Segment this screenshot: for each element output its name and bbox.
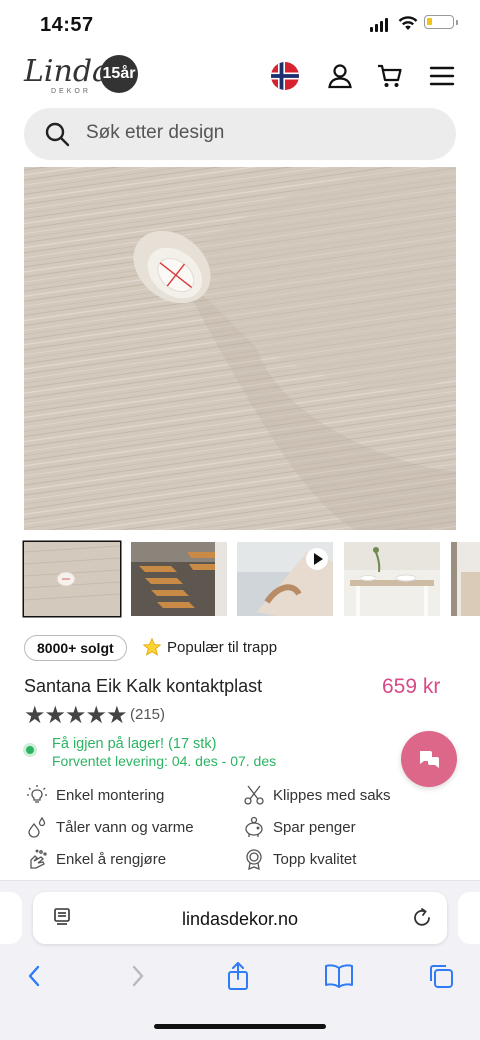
status-time: 14:57 — [40, 14, 94, 36]
cellular-signal-icon — [370, 18, 388, 32]
product-price: 659 kr — [382, 675, 441, 698]
scissors-icon — [244, 785, 264, 805]
chat-bubbles-icon — [420, 751, 439, 768]
delivery-estimate: Forventet levering: 04. des - 07. des — [52, 753, 277, 769]
forward-icon[interactable] — [120, 960, 156, 992]
feature-item: Enkel å rengjøre — [26, 848, 166, 870]
rating-stars[interactable]: ★★★★★ — [24, 701, 128, 730]
menu-icon[interactable] — [426, 60, 458, 92]
review-count[interactable]: (215) — [130, 706, 165, 723]
feature-item: Tåler vann og varme — [26, 816, 194, 838]
stock-status-dot — [26, 746, 34, 754]
bulb-icon — [27, 785, 47, 803]
search-input[interactable]: Søk etter design — [86, 122, 224, 144]
feature-label: Enkel å rengjøre — [56, 850, 167, 868]
feature-label: Klippes med saks — [273, 786, 391, 804]
feature-item: Spar penger — [243, 816, 356, 838]
popular-label: Populær til trapp — [142, 637, 277, 657]
search-icon — [44, 121, 71, 153]
popular-text: Populær til trapp — [167, 638, 278, 656]
cart-icon[interactable] — [374, 60, 406, 92]
feature-item: Enkel montering — [26, 784, 164, 806]
thumbnail-2[interactable] — [131, 542, 227, 616]
sold-badge: 8000+ solgt — [24, 635, 127, 661]
account-icon[interactable] — [324, 60, 356, 92]
star-icon — [142, 637, 162, 656]
home-indicator — [154, 1024, 326, 1029]
clean-hand-icon — [30, 849, 47, 869]
feature-label: Topp kvalitet — [273, 850, 357, 868]
previous-tab-peek[interactable] — [0, 892, 22, 944]
product-title: Santana Eik Kalk kontaktplast — [24, 676, 263, 696]
norway-flag-icon[interactable] — [269, 60, 301, 92]
bookmarks-icon[interactable] — [321, 960, 357, 992]
battery-icon — [424, 15, 458, 29]
thumbnail-5[interactable] — [451, 542, 480, 616]
thumbnail-4[interactable] — [344, 542, 440, 616]
next-tab-peek[interactable] — [458, 892, 480, 944]
feature-label: Enkel montering — [56, 786, 165, 804]
piggy-bank-icon — [245, 816, 263, 837]
medal-icon — [246, 849, 262, 870]
feature-item: Klippes med saks — [243, 784, 391, 806]
chat-button[interactable] — [401, 731, 457, 787]
feature-label: Spar penger — [273, 818, 356, 836]
wifi-icon — [397, 14, 419, 37]
product-main-image[interactable] — [24, 167, 456, 530]
play-icon — [305, 548, 329, 572]
thumbnail-1[interactable] — [24, 542, 120, 616]
stock-status: Få igjen på lager! (17 stk) — [52, 736, 217, 752]
logo-subtitle: DEKOR — [51, 88, 91, 95]
drops-icon — [28, 816, 46, 838]
share-icon[interactable] — [220, 960, 256, 992]
reload-icon[interactable] — [411, 907, 433, 934]
back-icon[interactable] — [16, 960, 52, 992]
tabs-icon[interactable] — [423, 960, 459, 992]
thumbnail-video[interactable] — [237, 542, 333, 616]
feature-label: Tåler vann og varme — [56, 818, 194, 836]
feature-item: Topp kvalitet — [243, 848, 356, 870]
anniversary-badge: 15år — [100, 55, 138, 93]
url-text[interactable]: lindasdekor.no — [33, 909, 447, 930]
